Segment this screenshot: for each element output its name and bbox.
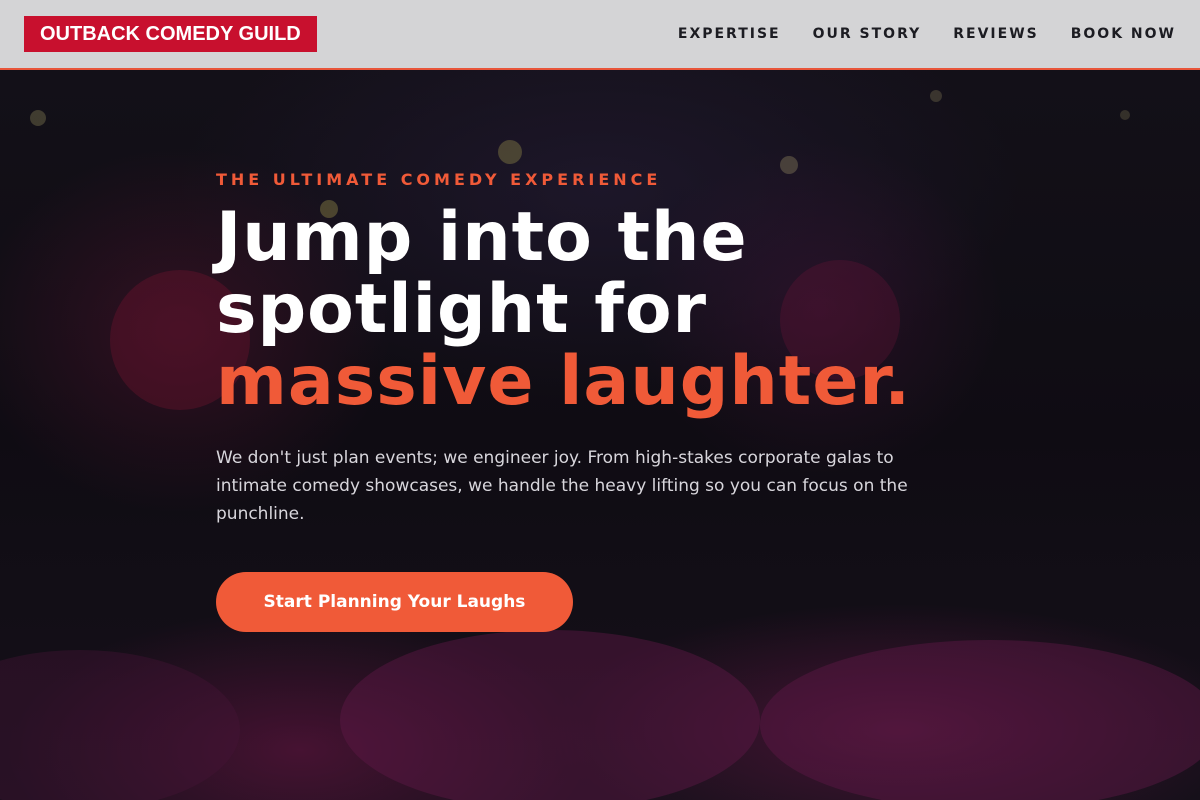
start-planning-button[interactable]: Start Planning Your Laughs — [216, 572, 573, 632]
background-table — [340, 630, 760, 800]
headline-accent: massive laughter. — [216, 342, 912, 421]
background-bokeh-light — [30, 110, 46, 126]
nav-link-book-now[interactable]: BOOK NOW — [1071, 24, 1176, 44]
nav-link-reviews[interactable]: REVIEWS — [953, 24, 1038, 44]
background-bokeh-light — [930, 90, 942, 102]
background-table — [760, 640, 1200, 800]
background-bokeh-light — [498, 140, 522, 164]
hero-content: THE ULTIMATE COMEDY EXPERIENCE Jump into… — [216, 170, 976, 528]
headline-line-2: spotlight for — [216, 270, 708, 349]
main-nav: EXPERTISE OUR STORY REVIEWS BOOK NOW — [646, 24, 1176, 44]
hero-eyebrow: THE ULTIMATE COMEDY EXPERIENCE — [216, 170, 662, 189]
hero-section: THE ULTIMATE COMEDY EXPERIENCE Jump into… — [0, 70, 1200, 800]
hero-headline: Jump into the spotlight for massive laug… — [216, 202, 976, 418]
nav-link-expertise[interactable]: EXPERTISE — [678, 24, 781, 44]
background-table — [0, 650, 240, 800]
headline-line-1: Jump into the — [216, 198, 748, 277]
hero-description: We don't just plan events; we engineer j… — [216, 448, 908, 524]
site-header: OUTBACK COMEDY GUILD EXPERTISE OUR STORY… — [0, 0, 1200, 70]
site-logo[interactable]: OUTBACK COMEDY GUILD — [24, 16, 317, 52]
background-bokeh-light — [1120, 110, 1130, 120]
nav-link-our-story[interactable]: OUR STORY — [813, 24, 922, 44]
